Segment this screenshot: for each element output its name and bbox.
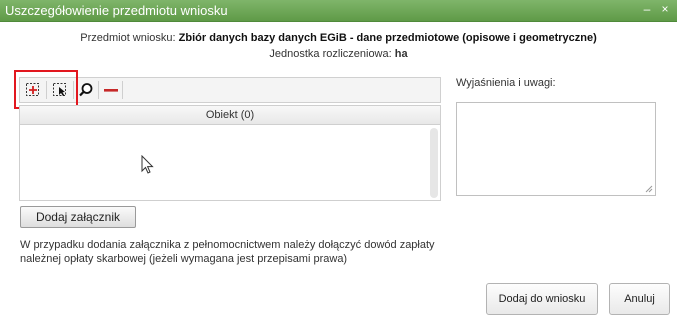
subject-label: Przedmiot wniosku:: [80, 32, 176, 44]
remarks-label: Wyjaśnienia i uwagi:: [456, 77, 556, 89]
cancel-button[interactable]: Anuluj: [609, 283, 670, 315]
unit-value: ha: [394, 48, 408, 60]
add-attachment-button[interactable]: Dodaj załącznik: [20, 206, 136, 228]
attachment-note: W przypadku dodania załącznika z pełnomo…: [20, 238, 440, 266]
toolbar-highlight-frame: [14, 70, 78, 109]
toolbar-separator: [122, 81, 123, 99]
dialog-titlebar: Uszczegółowienie przedmiotu wniosku – ×: [0, 0, 677, 22]
grid-header: Obiekt (0): [20, 106, 440, 125]
dialog-title: Uszczegółowienie przedmiotu wniosku: [5, 3, 228, 18]
mouse-cursor-icon: [141, 155, 154, 174]
remove-icon[interactable]: [102, 81, 120, 99]
attachment-note-line: W przypadku dodania załącznika z pełnomo…: [20, 239, 435, 251]
unit-label: Jednostka rozliczeniowa:: [269, 48, 392, 60]
minimize-icon[interactable]: –: [640, 2, 654, 16]
attachment-note-line: należnej opłaty skarbowej (jeżeli wymaga…: [20, 253, 348, 265]
unit-line: Jednostka rozliczeniowa: ha: [0, 48, 677, 60]
toolbar-separator: [98, 81, 99, 99]
search-icon[interactable]: [77, 81, 95, 99]
remarks-textarea[interactable]: [456, 102, 656, 196]
object-toolbar: [19, 77, 441, 103]
close-icon[interactable]: ×: [658, 2, 672, 16]
grid-scrollbar[interactable]: [430, 128, 438, 198]
add-to-request-button[interactable]: Dodaj do wniosku: [486, 283, 598, 315]
object-grid[interactable]: Obiekt (0): [19, 105, 441, 201]
resize-grip-icon[interactable]: [645, 185, 653, 193]
subject-line: Przedmiot wniosku: Zbiór danych bazy dan…: [0, 32, 677, 44]
subject-value: Zbiór danych bazy danych EGiB - dane prz…: [178, 32, 597, 44]
